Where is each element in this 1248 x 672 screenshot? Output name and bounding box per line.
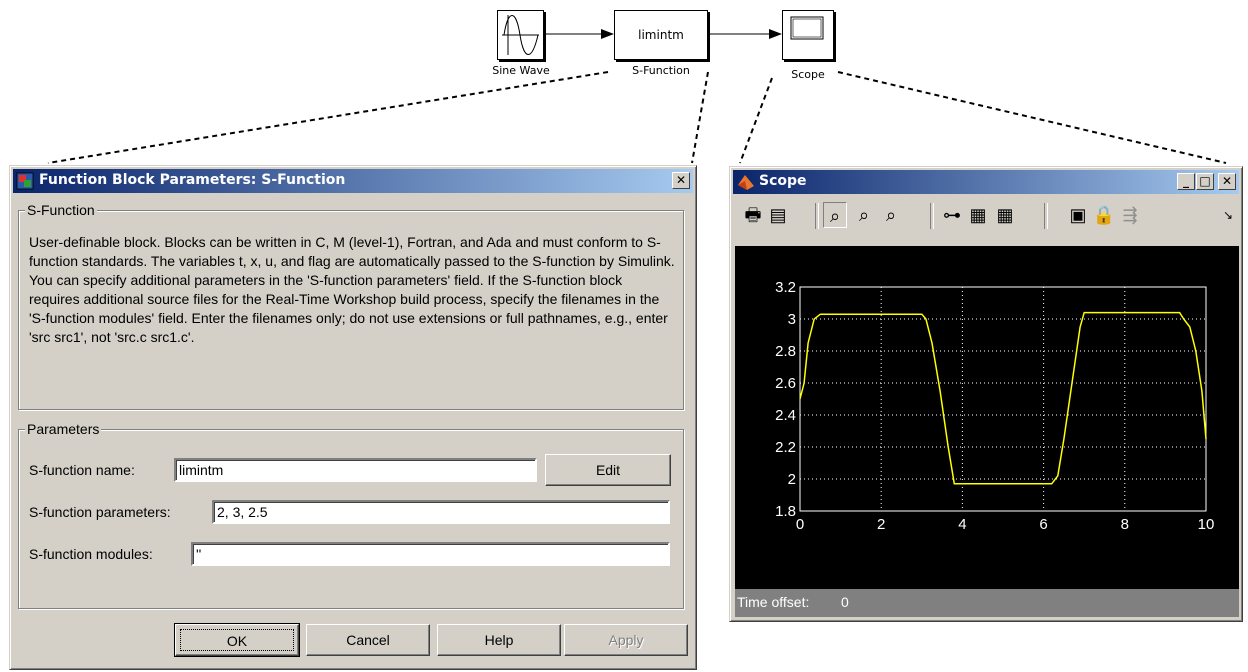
help-button[interactable]: Help <box>437 624 561 656</box>
x-tick-label: 0 <box>796 516 804 533</box>
dialog-titlebar[interactable]: Function Block Parameters: S-Function ✕ <box>13 169 693 193</box>
toolbar-separator <box>815 203 819 229</box>
sine-wave-icon <box>502 15 539 55</box>
sine-wave-block[interactable] <box>497 10 544 60</box>
x-tick-label: 10 <box>1198 516 1215 533</box>
dock-arrow-icon[interactable]: ↘ <box>1216 202 1240 228</box>
toolbar-separator <box>1044 203 1048 229</box>
scope-screen-icon <box>790 16 824 40</box>
ok-button-label: OK <box>180 629 294 651</box>
s-function-modules-label: S-function modules: <box>29 546 153 562</box>
zoom-y-icon[interactable]: ⌕ <box>879 202 903 228</box>
s-function-block-text: limintm <box>638 28 684 42</box>
zoom-icon[interactable]: ⌕ <box>823 202 847 228</box>
s-function-parameters-field[interactable]: 2, 3, 2.5 <box>212 500 670 524</box>
time-offset-label: Time offset: <box>737 594 810 610</box>
arrow-head-icon <box>601 29 614 39</box>
callout-line-scope-left <box>739 77 773 164</box>
y-tick-label: 3.2 <box>775 279 796 296</box>
y-tick-label: 2 <box>788 471 796 488</box>
close-icon[interactable]: ✕ <box>672 172 690 189</box>
minimize-icon[interactable]: _ <box>1177 173 1195 190</box>
simulink-block-icon <box>16 172 34 190</box>
maximize-icon[interactable]: □ <box>1196 173 1214 190</box>
block-parameters-dialog: Function Block Parameters: S-Function ✕ … <box>9 165 697 670</box>
dialog-title: Function Block Parameters: S-Function <box>39 172 346 188</box>
toolbar-separator <box>930 203 934 229</box>
scope-chart[interactable]: 0 2 4 6 8 10 1.8 2 2.2 2.4 2.6 2.8 3 3.2 <box>735 246 1239 589</box>
scope-label: Scope <box>791 68 825 81</box>
signal-selector-icon: ⇶ <box>1122 205 1138 225</box>
floating-scope-icon[interactable]: ▣ <box>1066 202 1090 228</box>
cancel-button[interactable]: Cancel <box>306 624 430 656</box>
y-tick-label: 2.2 <box>775 439 796 456</box>
callout-line-scope-right <box>837 71 1227 164</box>
parameters-group-title: Parameters <box>25 421 102 437</box>
x-tick-label: 4 <box>958 516 966 533</box>
restore-axes-icon[interactable]: ▦ <box>993 202 1017 228</box>
s-function-group-title: S-Function <box>25 202 97 218</box>
apply-button: Apply <box>564 624 688 656</box>
callout-line-params-left <box>47 71 609 164</box>
sine-wave-label: Sine Wave <box>492 64 550 77</box>
zoom-x-icon[interactable]: ⌕ <box>852 202 876 228</box>
ok-button[interactable]: OK <box>174 623 300 657</box>
arrow-head-icon <box>769 29 782 39</box>
save-axes-icon[interactable]: ▦ <box>966 202 990 228</box>
s-function-name-label: S-function name: <box>29 462 135 478</box>
s-function-block[interactable]: limintm <box>614 10 708 60</box>
time-offset-bar: Time offset: 0 <box>735 589 1239 617</box>
signal-trace <box>799 311 1207 485</box>
y-tick-label: 2.4 <box>775 407 796 424</box>
edit-button[interactable]: Edit <box>545 454 671 486</box>
scope-block[interactable] <box>782 10 834 60</box>
x-tick-label: 6 <box>1039 516 1047 533</box>
s-function-parameters-label: S-function parameters: <box>29 504 171 520</box>
y-tick-label: 2.6 <box>775 375 796 392</box>
s-function-modules-field[interactable]: '' <box>191 542 670 566</box>
y-tick-label: 1.8 <box>775 503 796 520</box>
y-tick-label: 2.8 <box>775 343 796 360</box>
parameters-group: Parameters S-function name: limintm Edit… <box>18 421 684 609</box>
callout-line-params-right <box>691 71 709 164</box>
parameters-icon[interactable]: ▤ <box>766 202 790 228</box>
close-icon[interactable]: ✕ <box>1218 173 1236 190</box>
s-function-name-field[interactable]: limintm <box>174 458 537 482</box>
scope-title: Scope <box>759 173 807 189</box>
lock-axes-icon: 🔒 <box>1092 205 1116 225</box>
matlab-logo-icon <box>738 175 754 190</box>
x-tick-label: 8 <box>1121 516 1129 533</box>
s-function-description: User-definable block. Blocks can be writ… <box>29 234 675 345</box>
scope-titlebar[interactable]: Scope _ □ ✕ <box>733 170 1239 194</box>
x-tick-label: 2 <box>877 516 885 533</box>
axes-box <box>799 286 1207 512</box>
print-icon[interactable]: 🖶 <box>741 202 765 228</box>
y-tick-label: 3 <box>788 311 796 328</box>
time-offset-value: 0 <box>841 594 849 610</box>
autoscale-icon[interactable]: ⊶ <box>940 202 964 228</box>
s-function-label: S-Function <box>632 64 690 77</box>
s-function-group: S-Function User-definable block. Blocks … <box>18 202 684 410</box>
